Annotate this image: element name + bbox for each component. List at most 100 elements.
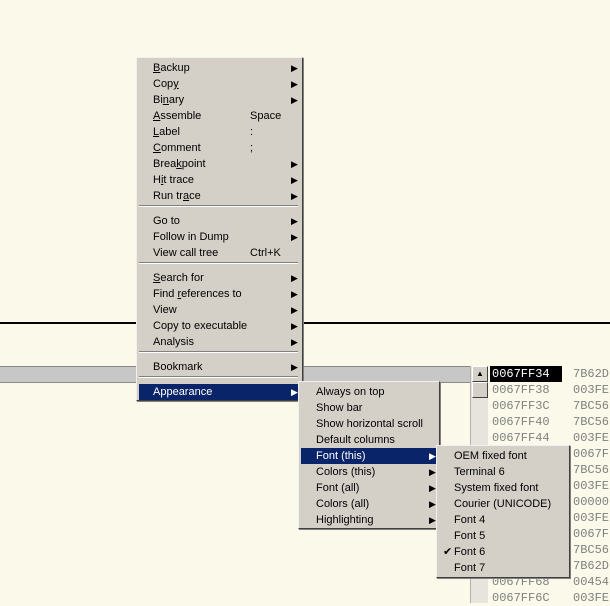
- menu-item[interactable]: Find references to ▶: [139, 286, 300, 302]
- menu-item-label: Terminal 6: [454, 466, 505, 478]
- menu-item-label: OEM fixed font: [454, 450, 527, 462]
- stack-row[interactable]: 0067FF34 7B62D: [490, 366, 610, 382]
- menu-item[interactable]: Font 4: [439, 512, 567, 528]
- menu-item-label: Analysis: [153, 336, 194, 348]
- menu-item-label: Font 6: [454, 546, 486, 558]
- menu-item-label: Appearance: [153, 386, 213, 398]
- menu-item[interactable]: Breakpoint ▶: [139, 156, 300, 172]
- menu-item[interactable]: Highlighting ▶: [301, 512, 437, 528]
- stack-value: 7B62D: [573, 367, 610, 381]
- menu-item-label: Font 4: [454, 514, 486, 526]
- menu-item-label: Font (this): [316, 450, 366, 462]
- stack-row[interactable]: 0067FF40 7BC56: [490, 414, 610, 430]
- menu-item[interactable]: Hit trace ▶: [139, 172, 300, 188]
- menu-item[interactable]: Binary ▶: [139, 92, 300, 108]
- stack-value: 00454: [573, 575, 610, 589]
- menu-separator: [139, 376, 298, 378]
- checkmark-icon: ✔: [443, 546, 453, 558]
- context-menu: Backup ▶ Copy ▶ Binary ▶ Assemble Space Label: Co…: [136, 57, 303, 401]
- menu-item-label: Run trace: [153, 190, 201, 202]
- menu-item-label: Follow in Dump: [153, 231, 229, 243]
- menu-item-label: Show bar: [316, 402, 363, 414]
- menu-item-label: Find references to: [153, 288, 242, 300]
- menu-item[interactable]: OEM fixed font: [439, 448, 567, 464]
- menu-item[interactable]: Copy to executable ▶: [139, 318, 300, 334]
- stack-address: 0067FF44: [492, 431, 550, 445]
- submenu-arrow-icon: ▶: [429, 515, 436, 525]
- menu-item-label: Font 5: [454, 530, 486, 542]
- menu-item[interactable]: Terminal 6: [439, 464, 567, 480]
- menu-item[interactable]: Go to ▶: [139, 213, 300, 229]
- stack-row[interactable]: 0067FF3C 7BC56: [490, 398, 610, 414]
- stack-row[interactable]: 0067FF38 003FE: [490, 382, 610, 398]
- menu-item[interactable]: Label:: [139, 124, 300, 140]
- menu-item-label: Assemble: [153, 110, 202, 122]
- menu-item[interactable]: Comment;: [139, 140, 300, 156]
- menu-item[interactable]: Default columns: [301, 432, 437, 448]
- menu-item-label: View call tree: [153, 247, 219, 259]
- menu-item[interactable]: Backup ▶: [139, 60, 300, 76]
- stack-value: 003FE: [573, 591, 610, 605]
- menu-item[interactable]: View call tree Ctrl+K: [139, 245, 300, 261]
- stack-address: 0067FF6C: [492, 591, 550, 605]
- menu-item[interactable]: Colors (this) ▶: [301, 464, 437, 480]
- menu-item[interactable]: ✔ Font 6: [439, 544, 567, 560]
- menu-item[interactable]: Assemble Space: [139, 108, 300, 124]
- menu-item[interactable]: Courier (UNICODE): [439, 496, 567, 512]
- submenu-arrow-icon: ▶: [429, 483, 436, 493]
- scroll-thumb[interactable]: [472, 382, 488, 398]
- menu-item[interactable]: Analysis ▶: [139, 334, 300, 350]
- menu-item[interactable]: Show bar: [301, 400, 437, 416]
- submenu-arrow-icon: ▶: [429, 467, 436, 477]
- menu-item-label: Show horizontal scroll: [316, 418, 423, 430]
- menu-item[interactable]: Show horizontal scroll: [301, 416, 437, 432]
- menu-separator: [139, 351, 298, 353]
- submenu-arrow-icon: ▶: [429, 451, 436, 461]
- appearance-submenu: Always on top Show bar Show horizontal scr…: [298, 381, 440, 529]
- stack-row[interactable]: 0067FF6C 003FE: [490, 590, 610, 606]
- stack-value: 0067F: [573, 447, 610, 461]
- submenu-arrow-icon: ▶: [291, 216, 298, 226]
- menu-item[interactable]: System fixed font: [439, 480, 567, 496]
- stack-value: 7BC56: [573, 543, 610, 557]
- menu-item[interactable]: Search for ▶: [139, 270, 300, 286]
- stack-value: 7BC56: [573, 415, 610, 429]
- menu-item[interactable]: Font (this) ▶: [301, 448, 437, 464]
- stack-address: 0067FF3C: [492, 399, 550, 413]
- stack-value: 0067F: [573, 527, 610, 541]
- menu-item[interactable]: Colors (all) ▶: [301, 496, 437, 512]
- scroll-up-arrow-icon[interactable]: ▲: [472, 366, 488, 382]
- menu-item-label: Courier (UNICODE): [454, 498, 552, 510]
- menu-item[interactable]: Follow in Dump ▶: [139, 229, 300, 245]
- menu-item[interactable]: Always on top: [301, 384, 437, 400]
- stack-value: 003FE: [573, 511, 610, 525]
- menu-item[interactable]: View ▶: [139, 302, 300, 318]
- menu-item-label: Hit trace: [153, 174, 194, 186]
- menu-item[interactable]: Appearance ▶: [139, 384, 300, 400]
- submenu-arrow-icon: ▶: [291, 362, 298, 372]
- menu-item-label: Highlighting: [316, 514, 374, 526]
- submenu-arrow-icon: ▶: [291, 337, 298, 347]
- submenu-arrow-icon: ▶: [429, 499, 436, 509]
- menu-item-label: Always on top: [316, 386, 385, 398]
- pane-divider: [0, 322, 610, 324]
- stack-value: 003FE: [573, 479, 610, 493]
- submenu-arrow-icon: ▶: [291, 387, 298, 397]
- submenu-arrow-icon: ▶: [291, 63, 298, 73]
- menu-item-label: Font (all): [316, 482, 360, 494]
- menu-item[interactable]: Font (all) ▶: [301, 480, 437, 496]
- menu-item[interactable]: Bookmark ▶: [139, 359, 300, 375]
- submenu-arrow-icon: ▶: [291, 232, 298, 242]
- menu-item[interactable]: Font 7: [439, 560, 567, 576]
- stack-value: 7B62D: [573, 559, 610, 573]
- submenu-arrow-icon: ▶: [291, 159, 298, 169]
- menu-item-label: Breakpoint: [153, 158, 206, 170]
- stack-row[interactable]: 0067FF44 003FE: [490, 430, 610, 446]
- submenu-arrow-icon: ▶: [291, 79, 298, 89]
- menu-item[interactable]: Run trace ▶: [139, 188, 300, 204]
- menu-item[interactable]: Font 5: [439, 528, 567, 544]
- font-submenu: OEM fixed font Terminal 6 System fixed fon…: [436, 445, 570, 578]
- menu-item-label: Bookmark: [153, 361, 203, 373]
- stack-address: 0067FF40: [492, 415, 550, 429]
- menu-item[interactable]: Copy ▶: [139, 76, 300, 92]
